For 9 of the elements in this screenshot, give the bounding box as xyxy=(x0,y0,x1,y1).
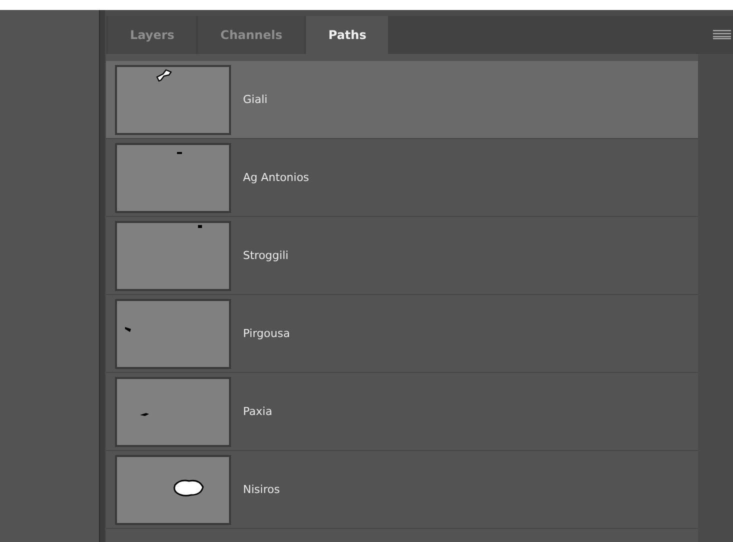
path-name: Giali xyxy=(243,93,268,106)
path-name: Ag Antonios xyxy=(243,171,310,184)
path-name: Stroggili xyxy=(243,249,288,262)
path-row[interactable]: Giali xyxy=(106,61,698,139)
panel-tab[interactable]: Paths xyxy=(306,16,388,54)
path-name: Paxia xyxy=(243,405,272,418)
menu-icon[interactable] xyxy=(713,30,731,40)
path-name: Nisiros xyxy=(243,483,280,496)
path-name: Pirgousa xyxy=(243,327,290,340)
